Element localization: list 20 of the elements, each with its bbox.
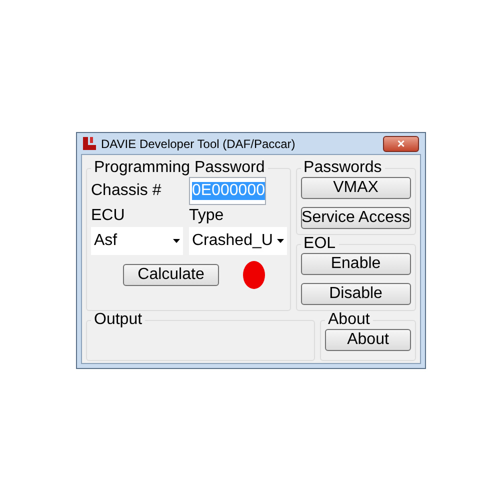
caret-icon <box>173 239 180 243</box>
type-label: Type <box>189 207 225 225</box>
password-button[interactable]: Service Access <box>300 207 411 229</box>
calculate-button[interactable]: Calculate <box>123 264 219 286</box>
about-button[interactable]: About <box>325 329 411 351</box>
caret-icon <box>277 239 284 243</box>
chassis-label: Chassis # <box>91 182 162 200</box>
type-dropdown[interactable]: Crashed_U <box>189 227 287 255</box>
group-title: EOL <box>302 235 337 253</box>
eol-button[interactable]: Enable <box>300 253 411 275</box>
window-title: DAVIE Developer Tool (DAF/Paccar) <box>101 136 296 150</box>
app-logo-icon <box>83 137 96 150</box>
group-title: Programming Password <box>93 159 266 177</box>
password-button[interactable]: VMAX <box>300 177 411 199</box>
ecu-label: ECU <box>91 207 126 225</box>
group-title: About <box>327 311 371 329</box>
eol-button[interactable]: Disable <box>300 283 411 305</box>
ecu-dropdown[interactable]: Asf <box>91 227 183 255</box>
group-title: Output <box>93 311 144 329</box>
group-title: Passwords <box>302 159 383 177</box>
